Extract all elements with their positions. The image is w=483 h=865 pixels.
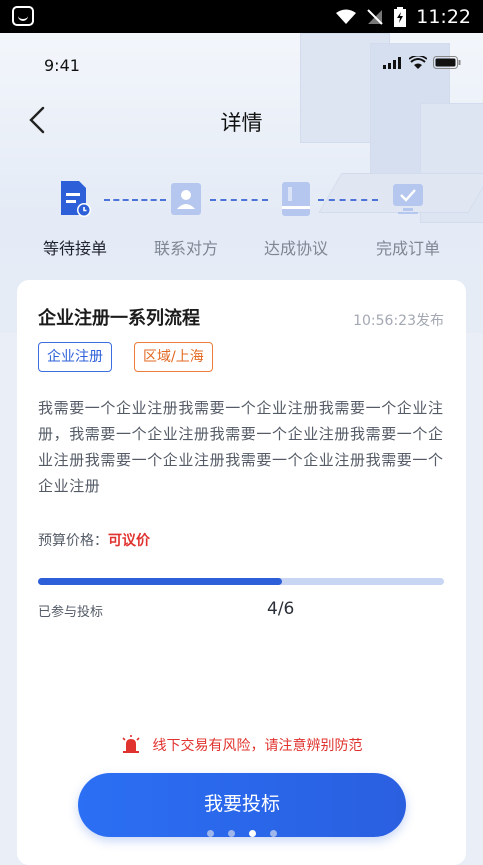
bid-button[interactable]: 我要投标 — [78, 773, 406, 837]
step-waiting: 等待接单 — [25, 179, 125, 259]
page-title: 详情 — [220, 111, 263, 135]
budget-value: 可议价 — [108, 533, 150, 549]
page-dot — [269, 830, 277, 837]
no-signal-icon — [367, 8, 383, 25]
android-status-icons: 11:22 — [336, 4, 471, 29]
battery-icon — [433, 56, 461, 69]
monitor-check-icon — [393, 184, 423, 214]
joined-label: 已参与投标 — [38, 605, 104, 620]
step-label: 完成订单 — [375, 239, 440, 258]
cellular-signal-icon — [383, 56, 401, 69]
risk-warning: 线下交易有风险，请注意辨别防范 — [17, 735, 466, 755]
page-indicator — [0, 830, 483, 837]
step-label: 等待接单 — [42, 239, 107, 258]
page-dot — [227, 830, 235, 837]
step-label: 联系对方 — [153, 239, 218, 258]
contact-card-icon — [171, 183, 201, 215]
notification-app-icon — [12, 6, 34, 26]
order-detail-card: 企业注册一系列流程 10:56:23发布 企业注册 区域/上海 我需要一个企业注… — [17, 280, 466, 865]
android-status-bar: 11:22 — [0, 0, 483, 33]
wifi-icon — [336, 9, 357, 24]
page-dot — [206, 830, 214, 837]
bid-count: 4/6 — [267, 599, 295, 619]
agreement-book-icon — [282, 182, 310, 216]
ios-clock: 9:41 — [44, 56, 80, 75]
page-dot — [248, 830, 256, 837]
budget-label: 预算价格： — [38, 533, 108, 549]
step-contact: 联系对方 — [136, 179, 236, 259]
category-tag: 企业注册 — [38, 342, 112, 372]
android-clock: 11:22 — [416, 5, 471, 28]
alarm-icon — [121, 735, 140, 753]
bid-progress-bar — [38, 578, 444, 585]
step-complete: 完成订单 — [358, 179, 458, 259]
battery-charging-icon — [394, 6, 407, 27]
wifi-icon — [409, 56, 427, 69]
bid-progress-fill — [38, 578, 282, 585]
order-description: 我需要一个企业注册我需要一个企业注册我需要一个企业注册，我需要一个企业注册我需要… — [38, 399, 444, 495]
ios-status-icons — [383, 56, 461, 69]
published-time: 10:56:23发布 — [353, 313, 444, 329]
budget-row: 预算价格：可议价 — [38, 530, 150, 550]
step-label: 达成协议 — [263, 239, 328, 258]
warning-text: 线下交易有风险，请注意辨别防范 — [152, 738, 363, 754]
step-agreement: 达成协议 — [246, 179, 346, 259]
region-tag: 区域/上海 — [134, 342, 213, 372]
document-clock-icon — [61, 181, 91, 217]
order-title: 企业注册一系列流程 — [38, 308, 200, 329]
